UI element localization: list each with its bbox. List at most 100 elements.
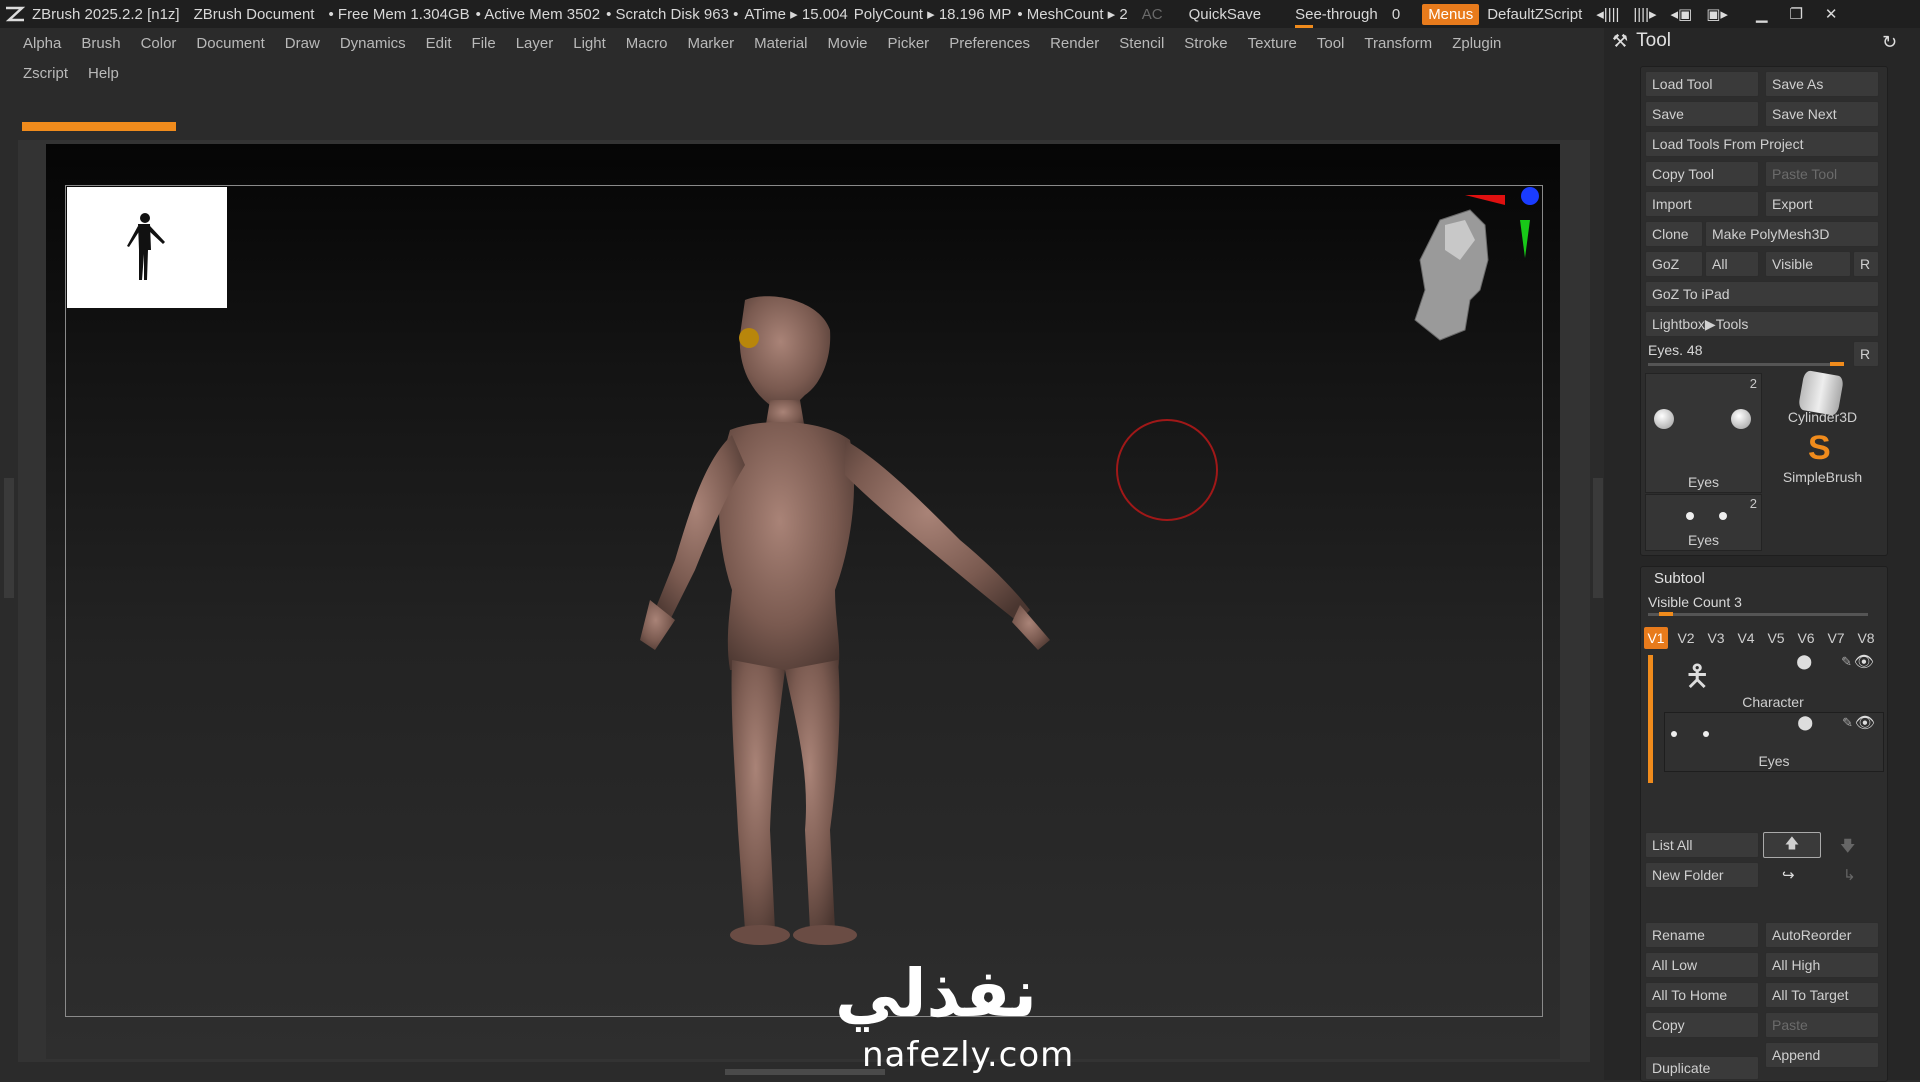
copy-button[interactable]: Copy <box>1645 1012 1759 1038</box>
menu-brush[interactable]: Brush <box>81 35 120 52</box>
duplicate-button[interactable]: Duplicate <box>1645 1056 1759 1080</box>
quicksave-button[interactable]: QuickSave <box>1189 6 1262 23</box>
menu-tool[interactable]: Tool <box>1317 35 1345 52</box>
subtool-polypaint-toggle-icon[interactable]: ✎ <box>1841 654 1852 670</box>
clone-button[interactable]: Clone <box>1645 221 1703 247</box>
folder-arrow-icon[interactable]: ↪ <box>1782 866 1795 884</box>
tool-palette-header[interactable]: ⚒ Tool <box>1612 30 1671 52</box>
navigation-thumbnail[interactable] <box>67 187 227 308</box>
copy-tool-button[interactable]: Copy Tool <box>1645 161 1759 187</box>
lightbox-tools-button[interactable]: Lightbox▶Tools <box>1645 311 1879 337</box>
move-down-arrow-icon[interactable]: 🡇 <box>1840 836 1855 861</box>
menus-button[interactable]: Menus <box>1422 3 1480 25</box>
default-zscript-button[interactable]: DefaultZScript <box>1487 6 1582 23</box>
right-tray-handle[interactable] <box>1593 478 1603 598</box>
active-tool-r-button[interactable]: R <box>1853 341 1879 367</box>
append-button[interactable]: Append <box>1765 1042 1879 1068</box>
tool-thumb-eyes[interactable]: 2 Eyes <box>1645 373 1762 493</box>
menu-picker[interactable]: Picker <box>888 35 930 52</box>
paste-tool-button[interactable]: Paste Tool <box>1765 161 1879 187</box>
minimize-icon[interactable]: ▁ <box>1756 5 1768 23</box>
menu-material[interactable]: Material <box>754 35 807 52</box>
version-v1-button[interactable]: V1 <box>1644 627 1668 649</box>
new-folder-button[interactable]: New Folder <box>1645 862 1759 888</box>
autoreorder-button[interactable]: AutoReorder <box>1765 922 1879 948</box>
list-all-button[interactable]: List All <box>1645 832 1759 858</box>
all-to-target-button[interactable]: All To Target <box>1765 982 1879 1008</box>
menu-document[interactable]: Document <box>196 35 264 52</box>
menu-transform[interactable]: Transform <box>1364 35 1432 52</box>
all-to-home-button[interactable]: All To Home <box>1645 982 1759 1008</box>
menu-alpha[interactable]: Alpha <box>23 35 61 52</box>
subtool-dynamesh-toggle-icon[interactable]: ⬤ <box>1797 714 1813 731</box>
all-high-button[interactable]: All High <box>1765 952 1879 978</box>
menu-dynamics[interactable]: Dynamics <box>340 35 406 52</box>
menu-draw[interactable]: Draw <box>285 35 320 52</box>
goz-all-button[interactable]: All <box>1705 251 1759 277</box>
palette-refresh-icon[interactable]: ↻ <box>1882 32 1897 53</box>
menu-light[interactable]: Light <box>573 35 606 52</box>
goz-button[interactable]: GoZ <box>1645 251 1703 277</box>
version-v4-button[interactable]: V4 <box>1734 627 1758 649</box>
layout-toggle-1-icon[interactable]: ◂|||| <box>1596 5 1619 23</box>
close-icon[interactable]: ✕ <box>1825 5 1838 23</box>
menu-help[interactable]: Help <box>88 65 119 82</box>
subtool-scrollbar[interactable] <box>1648 655 1653 783</box>
folder-arrow-down-icon[interactable]: ↳ <box>1843 866 1856 884</box>
orientation-gizmo[interactable] <box>1400 180 1550 350</box>
subtool-item-eyes[interactable]: 👁 ✎ ⬤ Eyes <box>1664 712 1884 772</box>
subtool-item-character[interactable]: 🯅 👁 ✎ ⬤ Character <box>1664 652 1882 710</box>
goz-r-button[interactable]: R <box>1853 251 1879 277</box>
export-button[interactable]: Export <box>1765 191 1879 217</box>
move-up-arrow-icon[interactable]: 🡅 <box>1763 832 1821 858</box>
left-tray-handle[interactable] <box>4 478 14 598</box>
subtool-polypaint-toggle-icon[interactable]: ✎ <box>1842 715 1853 731</box>
active-tool-slider[interactable]: Eyes. 48 <box>1645 340 1850 368</box>
version-v7-button[interactable]: V7 <box>1824 627 1848 649</box>
menu-zplugin[interactable]: Zplugin <box>1452 35 1501 52</box>
menu-movie[interactable]: Movie <box>827 35 867 52</box>
version-v6-button[interactable]: V6 <box>1794 627 1818 649</box>
version-v3-button[interactable]: V3 <box>1704 627 1728 649</box>
tool-thumb-cylinder3d[interactable]: Cylinder3D <box>1765 369 1880 431</box>
menu-zscript[interactable]: Zscript <box>23 65 68 82</box>
tool-thumb-eyes-2[interactable]: 2 Eyes <box>1645 494 1762 551</box>
menu-stroke[interactable]: Stroke <box>1184 35 1227 52</box>
menu-render[interactable]: Render <box>1050 35 1099 52</box>
visible-count-slider[interactable]: Visible Count 3 <box>1645 592 1875 618</box>
subtool-visibility-toggle-icon[interactable]: 👁 <box>1855 713 1875 733</box>
menu-macro[interactable]: Macro <box>626 35 668 52</box>
layout-toggle-4-icon[interactable]: ▣▸ <box>1706 5 1728 23</box>
subtool-visibility-toggle-icon[interactable]: 👁 <box>1854 652 1874 672</box>
menu-preferences[interactable]: Preferences <box>949 35 1030 52</box>
load-tools-from-project-button[interactable]: Load Tools From Project <box>1645 131 1879 157</box>
seethrough-slider[interactable]: See-through 0 <box>1295 6 1400 29</box>
rename-button[interactable]: Rename <box>1645 922 1759 948</box>
menu-marker[interactable]: Marker <box>687 35 734 52</box>
version-v2-button[interactable]: V2 <box>1674 627 1698 649</box>
paste-button[interactable]: Paste <box>1765 1012 1879 1038</box>
save-next-button[interactable]: Save Next <box>1765 101 1879 127</box>
menu-edit[interactable]: Edit <box>426 35 452 52</box>
restore-icon[interactable]: ❐ <box>1789 5 1802 23</box>
tool-thumb-simplebrush[interactable]: S SimpleBrush <box>1765 429 1880 491</box>
character-model[interactable] <box>620 290 1080 960</box>
make-polymesh3d-button[interactable]: Make PolyMesh3D <box>1705 221 1879 247</box>
goz-visible-button[interactable]: Visible <box>1765 251 1851 277</box>
version-v8-button[interactable]: V8 <box>1854 627 1878 649</box>
menu-layer[interactable]: Layer <box>516 35 554 52</box>
all-low-button[interactable]: All Low <box>1645 952 1759 978</box>
menu-color[interactable]: Color <box>141 35 177 52</box>
subtool-dynamesh-toggle-icon[interactable]: ⬤ <box>1796 653 1812 670</box>
save-as-button[interactable]: Save As <box>1765 71 1879 97</box>
version-v5-button[interactable]: V5 <box>1764 627 1788 649</box>
menu-file[interactable]: File <box>472 35 496 52</box>
import-button[interactable]: Import <box>1645 191 1759 217</box>
layout-toggle-2-icon[interactable]: ||||▸ <box>1633 5 1656 23</box>
menu-texture[interactable]: Texture <box>1248 35 1297 52</box>
layout-toggle-3-icon[interactable]: ◂▣ <box>1671 5 1693 23</box>
load-tool-button[interactable]: Load Tool <box>1645 71 1759 97</box>
menu-stencil[interactable]: Stencil <box>1119 35 1164 52</box>
goz-to-ipad-button[interactable]: GoZ To iPad <box>1645 281 1879 307</box>
save-button[interactable]: Save <box>1645 101 1759 127</box>
